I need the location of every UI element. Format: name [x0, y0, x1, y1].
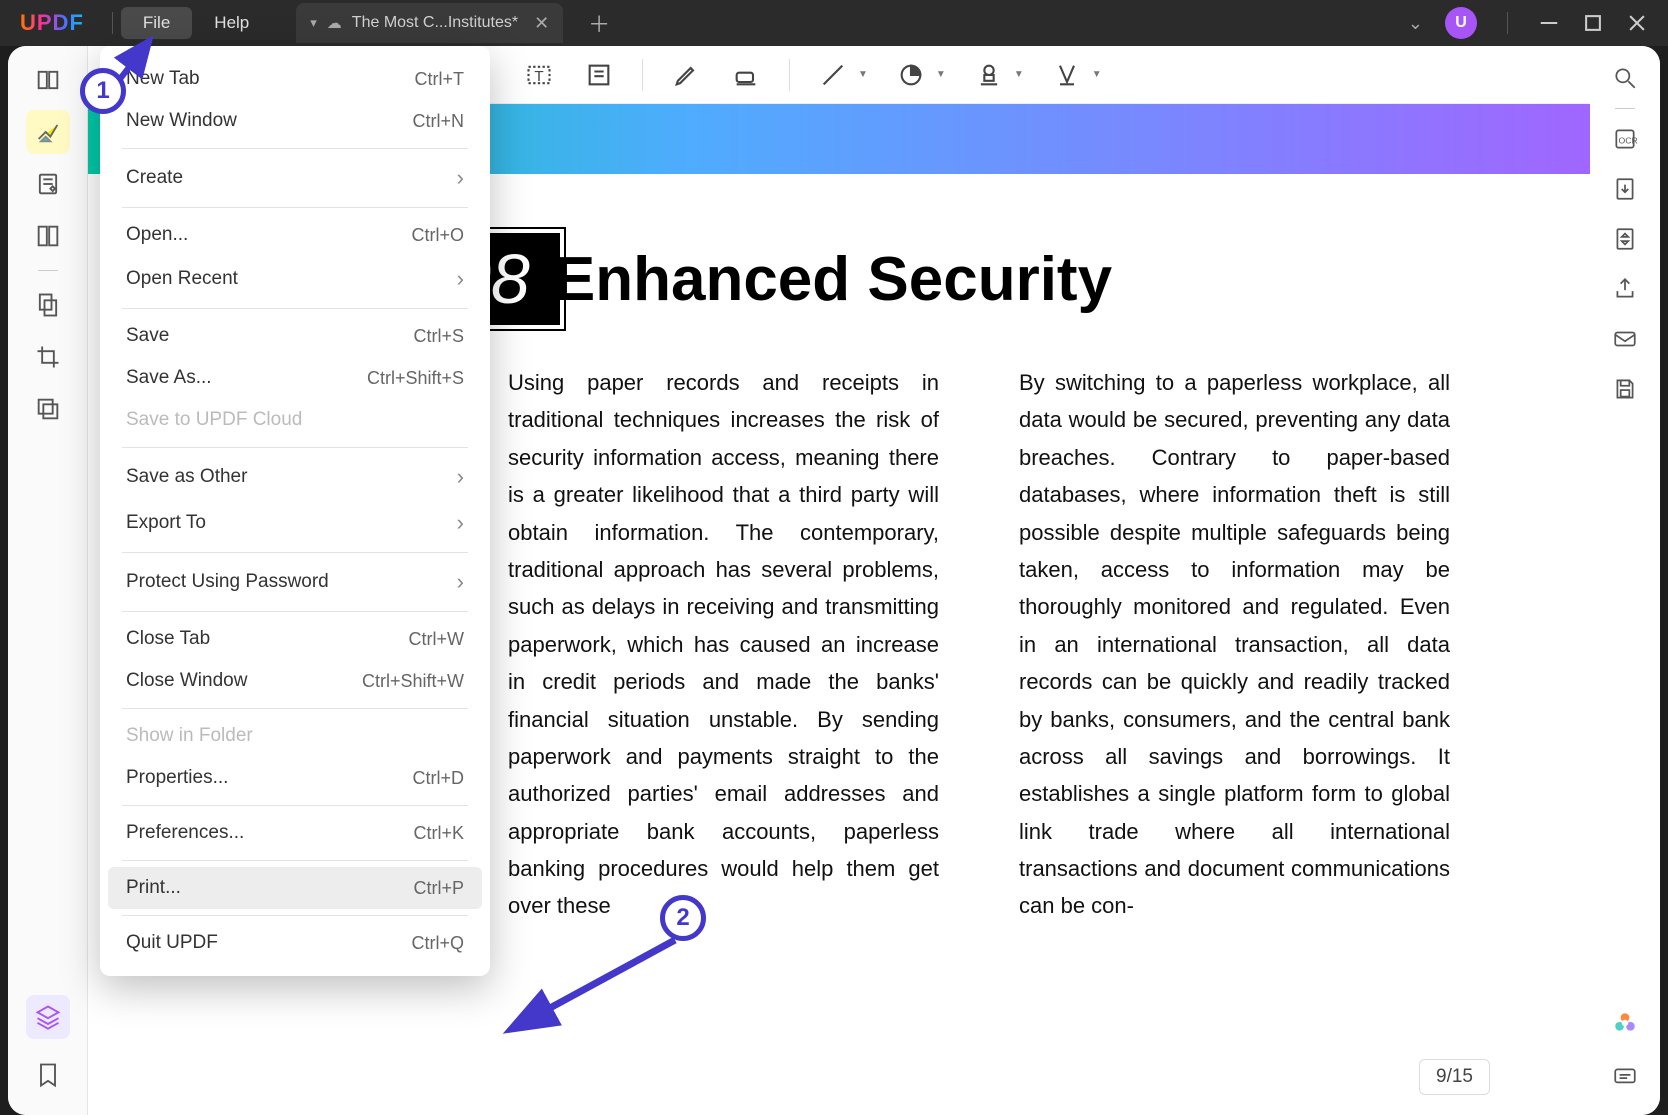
- textbox-icon[interactable]: T: [522, 58, 556, 92]
- line-shape-icon[interactable]: [816, 58, 850, 92]
- menu-close-window[interactable]: Close WindowCtrl+Shift+W: [108, 660, 482, 702]
- pin-icon: ▾: [310, 15, 317, 31]
- menu-open-recent[interactable]: Open Recent: [108, 256, 482, 302]
- titlebar: UPDF File Help ▾ ☁ The Most C...Institut…: [0, 0, 1668, 46]
- annotation-step-2: 2: [660, 895, 706, 941]
- window-close-button[interactable]: [1626, 12, 1648, 34]
- crop-tool-icon[interactable]: [26, 335, 70, 379]
- signature-icon[interactable]: [1050, 58, 1084, 92]
- annotation-arrow-2: [500, 935, 690, 1045]
- file-menu-dropdown: New TabCtrl+T New WindowCtrl+N Create Op…: [100, 46, 490, 976]
- right-sidebar: OCR: [1590, 46, 1660, 1115]
- menu-save[interactable]: SaveCtrl+S: [108, 315, 482, 357]
- search-icon[interactable]: [1605, 58, 1645, 98]
- pages-tool-icon[interactable]: [26, 214, 70, 258]
- menu-open[interactable]: Open...Ctrl+O: [108, 214, 482, 256]
- highlighter-tool-icon[interactable]: [26, 110, 70, 154]
- bookmark-icon[interactable]: [26, 1053, 70, 1097]
- layers-icon[interactable]: [26, 995, 70, 1039]
- tab-close-icon[interactable]: ✕: [534, 13, 549, 34]
- pencil-icon[interactable]: [669, 58, 703, 92]
- heading-text: Enhanced Security: [554, 244, 1112, 315]
- section-heading: 08 Enhanced Security: [418, 229, 1590, 329]
- menu-save-as[interactable]: Save As...Ctrl+Shift+S: [108, 357, 482, 399]
- menu-save-other[interactable]: Save as Other: [108, 454, 482, 500]
- window-minimize-button[interactable]: [1538, 12, 1560, 34]
- svg-text:OCR: OCR: [1619, 135, 1638, 145]
- menu-preferences[interactable]: Preferences...Ctrl+K: [108, 812, 482, 854]
- page-indicator: 9/15: [1419, 1059, 1490, 1095]
- note-icon[interactable]: [582, 58, 616, 92]
- menu-protect-password[interactable]: Protect Using Password: [108, 559, 482, 605]
- menu-print[interactable]: Print...Ctrl+P: [108, 867, 482, 909]
- cloud-icon: ☁: [327, 14, 342, 32]
- left-sidebar: [8, 46, 88, 1115]
- divider: [1507, 12, 1508, 34]
- menu-close-tab[interactable]: Close TabCtrl+W: [108, 618, 482, 660]
- menu-new-window[interactable]: New WindowCtrl+N: [108, 100, 482, 142]
- divider: [112, 12, 113, 34]
- column-left: Using paper records and receipts in trad…: [508, 364, 939, 925]
- ai-assistant-icon[interactable]: [1605, 1003, 1645, 1043]
- share-icon[interactable]: [1605, 269, 1645, 309]
- app-logo: UPDF: [20, 10, 84, 36]
- menu-help[interactable]: Help: [192, 7, 271, 39]
- ocr-icon[interactable]: OCR: [1605, 119, 1645, 159]
- document-tab[interactable]: ▾ ☁ The Most C...Institutes* ✕: [296, 3, 563, 43]
- user-avatar[interactable]: U: [1445, 7, 1477, 39]
- shape-icon[interactable]: [894, 58, 928, 92]
- column-right: By switching to a paperless workplace, a…: [1019, 364, 1450, 925]
- convert-icon[interactable]: [1605, 169, 1645, 209]
- annotation-step-1: 1: [80, 68, 126, 114]
- chevron-down-icon[interactable]: ⌄: [1408, 13, 1423, 34]
- reader-tool-icon[interactable]: [26, 58, 70, 102]
- menu-create[interactable]: Create: [108, 155, 482, 201]
- save-disc-icon[interactable]: [1605, 369, 1645, 409]
- stamp-icon[interactable]: [972, 58, 1006, 92]
- email-icon[interactable]: [1605, 319, 1645, 359]
- organize-tool-icon[interactable]: [26, 283, 70, 327]
- eraser-icon[interactable]: [729, 58, 763, 92]
- comments-panel-icon[interactable]: [1605, 1057, 1645, 1097]
- menu-properties[interactable]: Properties...Ctrl+D: [108, 757, 482, 799]
- batch-tool-icon[interactable]: [26, 387, 70, 431]
- menu-show-folder: Show in Folder: [108, 715, 482, 757]
- edit-tool-icon[interactable]: [26, 162, 70, 206]
- menu-quit[interactable]: Quit UPDFCtrl+Q: [108, 922, 482, 964]
- menu-export-to[interactable]: Export To: [108, 500, 482, 546]
- compress-icon[interactable]: [1605, 219, 1645, 259]
- new-tab-button[interactable]: ＋: [588, 7, 610, 39]
- window-maximize-button[interactable]: [1582, 12, 1604, 34]
- menu-save-cloud: Save to UPDF Cloud: [108, 399, 482, 441]
- tab-title: The Most C...Institutes*: [352, 14, 518, 32]
- svg-text:T: T: [534, 67, 543, 84]
